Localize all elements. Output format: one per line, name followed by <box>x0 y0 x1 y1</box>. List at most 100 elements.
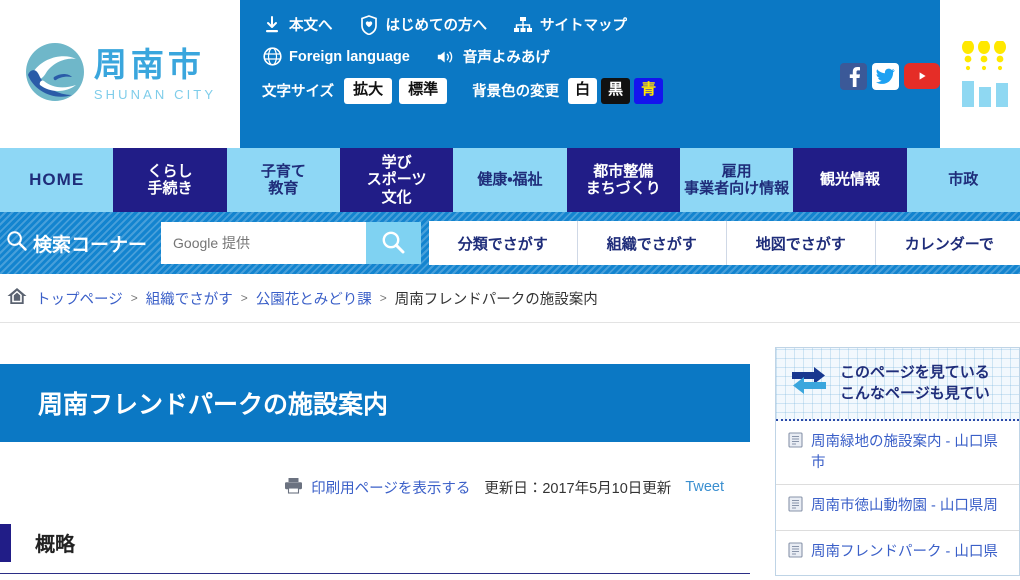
related-pages-widget: このページを見ている こんなページも見てい 周南緑地の施設案内 - 山口県市 周… <box>775 347 1020 577</box>
background-white-button[interactable]: 白 <box>568 78 598 104</box>
breadcrumb-separator: > <box>379 291 387 305</box>
utility-link-label: サイトマップ <box>540 18 627 34</box>
content-area: 周南フレンドパークの施設案内 印刷用ページを表示する 更新日：2017年5月10… <box>0 323 1020 577</box>
page-root: 周南市 SHUNAN CITY 本文へ はじめての方へ サイトマップ Forei… <box>0 0 1020 580</box>
nav-item-employment-business[interactable]: 雇用 事業者向け情報 <box>679 148 794 212</box>
section-heading-text: 概略 <box>35 534 75 556</box>
utility-link-voice-reading[interactable]: 音声よみあげ <box>436 46 550 67</box>
document-icon <box>788 542 803 565</box>
sidebar: このページを見ている こんなページも見てい 周南緑地の施設案内 - 山口県市 周… <box>775 347 1020 577</box>
search-category-buttons: 分類でさがす 組織でさがす 地図でさがす カレンダーで <box>428 221 1020 265</box>
breadcrumb-item-parks-division[interactable]: 公園花とみどり課 <box>256 288 372 309</box>
utility-link-label: Foreign language <box>289 48 410 65</box>
two-way-arrows-icon <box>788 362 830 405</box>
nav-item-city-government[interactable]: 市政 <box>906 148 1020 212</box>
utility-link-label: 音声よみあげ <box>462 50 550 66</box>
document-icon <box>788 432 803 455</box>
twitter-icon[interactable] <box>872 62 899 90</box>
list-item-label: 周南緑地の施設案内 - 山口県市 <box>811 432 1011 473</box>
nav-item-living-procedures[interactable]: くらし 手続き <box>113 148 227 212</box>
background-blue-button[interactable]: 青 <box>634 78 664 104</box>
utility-link-label: はじめての方へ <box>385 18 488 34</box>
site-header: 周南市 SHUNAN CITY 本文へ はじめての方へ サイトマップ Forei… <box>0 0 1020 148</box>
background-black-button[interactable]: 黒 <box>601 78 631 104</box>
shunan-city-crest-icon <box>24 41 86 108</box>
related-pages-header: このページを見ている こんなページも見てい <box>776 348 1019 421</box>
global-navigation: HOME くらし 手続き 子育て 教育 学び スポーツ 文化 健康・福祉 都市整… <box>0 148 1020 212</box>
printer-icon <box>284 477 303 498</box>
home-icon[interactable] <box>6 286 28 310</box>
search-icon <box>381 230 405 257</box>
related-pages-heading: このページを見ている こんなページも見てい <box>840 363 990 404</box>
list-item-title: 周南緑地の施設案内 <box>811 434 942 450</box>
search-bar: 検索コーナー 分類でさがす 組織でさがす 地図でさがす カレンダーで <box>0 212 1020 274</box>
list-item-title: 周南市徳山動物園 <box>811 498 927 515</box>
breadcrumb-separator: > <box>130 291 138 305</box>
logo-title-jp: 周南市 <box>93 45 205 83</box>
breadcrumb-separator: > <box>240 291 248 305</box>
social-links <box>840 0 940 148</box>
nav-item-health-welfare[interactable]: 健康・福祉 <box>453 148 567 212</box>
speaker-icon <box>436 47 456 67</box>
list-item-suffix: - 山口県 <box>941 434 998 450</box>
utility-bar: 本文へ はじめての方へ サイトマップ Foreign language 音声よみ… <box>240 0 840 148</box>
print-page-link[interactable]: 印刷用ページを表示する <box>284 477 470 498</box>
logo-title-en: SHUNAN CITY <box>93 86 217 102</box>
search-input[interactable] <box>161 222 367 264</box>
nav-item-urban-development[interactable]: 都市整備 まちづくり <box>566 148 680 212</box>
utility-row-3: 文字サイズ 拡大 標準 背景色の変更 白 黒 青 <box>262 78 840 104</box>
breadcrumb: トップページ > 組織でさがす > 公園花とみどり課 > 周南フレンドパークの施… <box>0 274 1020 323</box>
list-item-suffix: - 山口県 <box>941 543 998 560</box>
search-by-organization-button[interactable]: 組織でさがす <box>577 221 727 265</box>
nav-item-learning-sports-culture[interactable]: 学び スポーツ 文化 <box>339 148 454 212</box>
site-logo[interactable]: 周南市 SHUNAN CITY <box>0 0 240 148</box>
list-item[interactable]: 周南市徳山動物園 - 山口県周 <box>776 485 1019 531</box>
utility-link-label: 本文へ <box>289 18 333 34</box>
promo-mark-icon <box>960 41 1012 107</box>
utility-row-1: 本文へ はじめての方へ サイトマップ <box>262 14 840 35</box>
list-item-label: 周南市徳山動物園 - 山口県周 <box>811 496 998 517</box>
font-size-standard-button[interactable]: 標準 <box>399 78 448 104</box>
nav-item-home[interactable]: HOME <box>0 148 114 212</box>
nav-item-childcare-education[interactable]: 子育て 教育 <box>226 148 340 212</box>
shield-heart-icon <box>359 14 379 35</box>
main-column: 周南フレンドパークの施設案内 印刷用ページを表示する 更新日：2017年5月10… <box>0 347 750 574</box>
nav-item-tourism[interactable]: 観光情報 <box>793 148 907 212</box>
city-promo-banner[interactable]: ここから、 こころ つなが 周南市 <box>940 0 1020 148</box>
youtube-icon[interactable] <box>904 63 940 89</box>
section-accent-bar <box>0 523 11 562</box>
breadcrumb-item-current: 周南フレンドパークの施設案内 <box>394 291 598 308</box>
breadcrumb-item-top[interactable]: トップページ <box>36 288 123 309</box>
globe-icon <box>262 47 282 67</box>
facebook-icon[interactable] <box>840 62 867 90</box>
section-heading-overview: 概略 <box>0 523 750 574</box>
page-title: 周南フレンドパークの施設案内 <box>0 363 750 442</box>
search-corner-title: 検索コーナー <box>0 230 161 257</box>
print-page-label: 印刷用ページを表示する <box>311 480 471 497</box>
document-icon <box>788 496 803 519</box>
list-item[interactable]: 周南緑地の施設案内 - 山口県市 <box>776 421 1019 486</box>
list-item-title: 周南フレンドパーク <box>811 543 942 560</box>
utility-link-first-time[interactable]: はじめての方へ <box>359 14 488 35</box>
utility-link-jump-to-content[interactable]: 本文へ <box>262 14 333 35</box>
page-meta-row: 印刷用ページを表示する 更新日：2017年5月10日更新 Tweet <box>0 459 750 498</box>
list-item-suffix: - 山口県周 <box>927 498 998 515</box>
search-icon <box>6 230 27 257</box>
search-submit-button[interactable] <box>366 222 421 264</box>
sitemap-icon <box>513 15 533 35</box>
search-by-calendar-button[interactable]: カレンダーで <box>875 221 1020 265</box>
related-pages-heading-line2: こんなページも見てい <box>840 384 990 402</box>
search-by-map-button[interactable]: 地図でさがす <box>726 221 876 265</box>
related-pages-list: 周南緑地の施設案内 - 山口県市 周南市徳山動物園 - 山口県周 周南フレンドパ… <box>776 421 1019 576</box>
list-item-tail: 市 <box>811 454 826 471</box>
tweet-button[interactable]: Tweet <box>685 479 724 495</box>
font-size-large-button[interactable]: 拡大 <box>344 78 393 104</box>
breadcrumb-item-search-by-organization[interactable]: 組織でさがす <box>146 288 233 309</box>
search-corner-label: 検索コーナー <box>33 234 148 256</box>
utility-link-sitemap[interactable]: サイトマップ <box>513 14 627 35</box>
download-arrow-icon <box>262 15 282 35</box>
font-size-label: 文字サイズ <box>262 84 335 101</box>
utility-link-foreign-language[interactable]: Foreign language <box>262 47 410 67</box>
search-by-category-button[interactable]: 分類でさがす <box>428 221 578 265</box>
list-item[interactable]: 周南フレンドパーク - 山口県 <box>776 531 1019 576</box>
